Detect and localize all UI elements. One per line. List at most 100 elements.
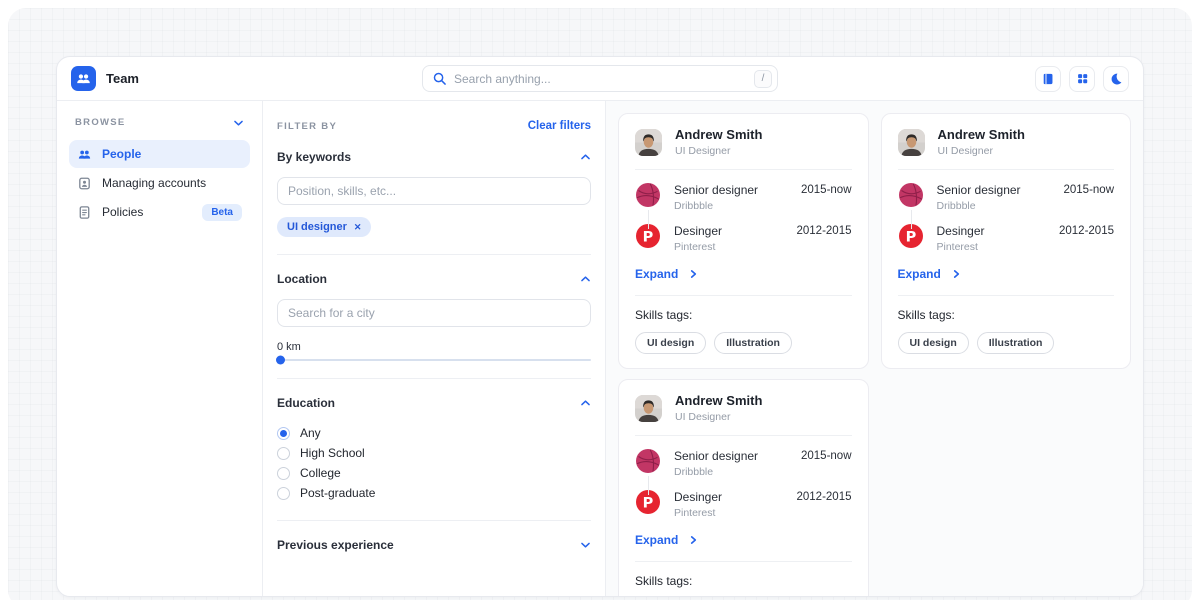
- filter-by-label: FILTER BY: [277, 121, 337, 132]
- chevron-right-icon: [689, 269, 698, 279]
- id-badge-icon: [77, 176, 92, 191]
- position-entry: Senior designer Dribbble 2015-now: [635, 182, 852, 212]
- position-entry: Senior designer Dribbble 2015-now: [898, 182, 1115, 212]
- person-card: Andrew Smith UI Designer: [618, 113, 869, 369]
- book-button[interactable]: [1035, 66, 1061, 92]
- position-entry: Senior designer Dribbble 2015-now: [635, 448, 852, 478]
- timeline-connector: [911, 210, 912, 229]
- dribbble-icon: [635, 448, 661, 474]
- radio-icon[interactable]: [277, 447, 290, 460]
- radio-icon[interactable]: [277, 467, 290, 480]
- divider: [277, 254, 591, 255]
- position-period: 2012-2015: [797, 489, 852, 503]
- book-icon: [1041, 72, 1055, 86]
- position-company: Pinterest: [674, 241, 784, 253]
- divider: [277, 520, 591, 521]
- timeline-connector: [648, 210, 649, 229]
- location-section-header[interactable]: Location: [277, 272, 591, 286]
- position-company: Pinterest: [937, 241, 1047, 253]
- document-icon: [77, 205, 92, 220]
- moon-icon: [1109, 72, 1123, 86]
- person-name: Andrew Smith: [675, 127, 762, 142]
- filter-panel: FILTER BY Clear filters By keywords UI d…: [263, 101, 606, 596]
- search-input[interactable]: [454, 72, 746, 86]
- radio-icon[interactable]: [277, 427, 290, 440]
- expand-button[interactable]: Expand: [635, 267, 698, 281]
- position-company: Pinterest: [674, 507, 784, 519]
- sidebar-section-header[interactable]: BROWSE: [69, 117, 250, 128]
- team-people-icon: [75, 70, 92, 87]
- beta-badge: Beta: [202, 204, 242, 221]
- avatar: [635, 395, 662, 422]
- keywords-section-header[interactable]: By keywords: [277, 150, 591, 164]
- svg-text:P: P: [905, 229, 916, 245]
- sidebar-item-managing-accounts[interactable]: Managing accounts: [69, 169, 250, 197]
- position-entry: P Desinger Pinterest 2012-2015: [898, 223, 1115, 253]
- position-company: Dribbble: [937, 200, 1051, 212]
- divider: [635, 561, 852, 562]
- app-title: Team: [106, 71, 139, 86]
- app-logo: [71, 66, 96, 91]
- skills-label: Skills tags:: [898, 308, 1115, 322]
- search-icon: [433, 72, 446, 85]
- chevron-up-icon: [580, 153, 591, 161]
- experience-section-header[interactable]: Previous experience: [277, 538, 591, 552]
- expand-button[interactable]: Expand: [898, 267, 961, 281]
- app-window: Team /: [56, 56, 1144, 597]
- radio-option-high-school[interactable]: High School: [277, 443, 591, 463]
- global-search[interactable]: /: [422, 65, 778, 92]
- clear-filters-link[interactable]: Clear filters: [528, 120, 591, 132]
- divider: [635, 169, 852, 170]
- person-role: UI Designer: [675, 411, 762, 423]
- position-period: 2015-now: [801, 448, 852, 462]
- sidebar-item-policies[interactable]: Policies Beta: [69, 198, 250, 226]
- city-search-input[interactable]: [277, 299, 591, 327]
- header-actions: [1035, 66, 1129, 92]
- people-icon: [77, 147, 92, 162]
- chevron-right-icon: [952, 269, 961, 279]
- radio-option-post-graduate[interactable]: Post-graduate: [277, 483, 591, 503]
- skills-label: Skills tags:: [635, 308, 852, 322]
- person-card: Andrew Smith UI Designer: [618, 379, 869, 596]
- divider: [277, 378, 591, 379]
- person-role: UI Designer: [938, 145, 1025, 157]
- slider-thumb[interactable]: [276, 356, 285, 365]
- grid-icon: [1076, 72, 1089, 85]
- education-options: Any High School College Post-graduate: [277, 423, 591, 503]
- radio-icon[interactable]: [277, 487, 290, 500]
- positions-timeline: Senior designer Dribbble 2015-now P: [898, 182, 1115, 253]
- position-title: Desinger: [937, 224, 1047, 238]
- position-title: Senior designer: [674, 183, 788, 197]
- grid-view-button[interactable]: [1069, 66, 1095, 92]
- sidebar-item-label: Managing accounts: [102, 176, 206, 190]
- keyword-tag[interactable]: UI designer ✕: [277, 217, 371, 237]
- positions-timeline: Senior designer Dribbble 2015-now P: [635, 448, 852, 519]
- radio-option-college[interactable]: College: [277, 463, 591, 483]
- results-area: Andrew Smith UI Designer: [606, 101, 1143, 596]
- position-company: Dribbble: [674, 200, 788, 212]
- person-name: Andrew Smith: [938, 127, 1025, 142]
- chevron-down-icon: [233, 119, 244, 127]
- dribbble-icon: [898, 182, 924, 208]
- skill-tag[interactable]: Illustration: [714, 332, 792, 354]
- svg-text:P: P: [643, 495, 654, 511]
- browse-label: BROWSE: [75, 117, 126, 128]
- sidebar-item-people[interactable]: People: [69, 140, 250, 168]
- position-title: Senior designer: [674, 449, 788, 463]
- position-company: Dribbble: [674, 466, 788, 478]
- skills-label: Skills tags:: [635, 574, 852, 588]
- position-period: 2012-2015: [797, 223, 852, 237]
- keywords-input[interactable]: [277, 177, 591, 205]
- skill-tag[interactable]: UI design: [898, 332, 969, 354]
- radio-option-any[interactable]: Any: [277, 423, 591, 443]
- skill-tag[interactable]: UI design: [635, 332, 706, 354]
- remove-tag-icon[interactable]: ✕: [354, 223, 362, 232]
- positions-timeline: Senior designer Dribbble 2015-now P: [635, 182, 852, 253]
- skill-tag[interactable]: Illustration: [977, 332, 1055, 354]
- expand-button[interactable]: Expand: [635, 533, 698, 547]
- timeline-connector: [648, 476, 649, 495]
- distance-slider[interactable]: [277, 359, 591, 361]
- dark-mode-button[interactable]: [1103, 66, 1129, 92]
- education-section-header[interactable]: Education: [277, 396, 591, 410]
- app-header: Team /: [57, 57, 1143, 101]
